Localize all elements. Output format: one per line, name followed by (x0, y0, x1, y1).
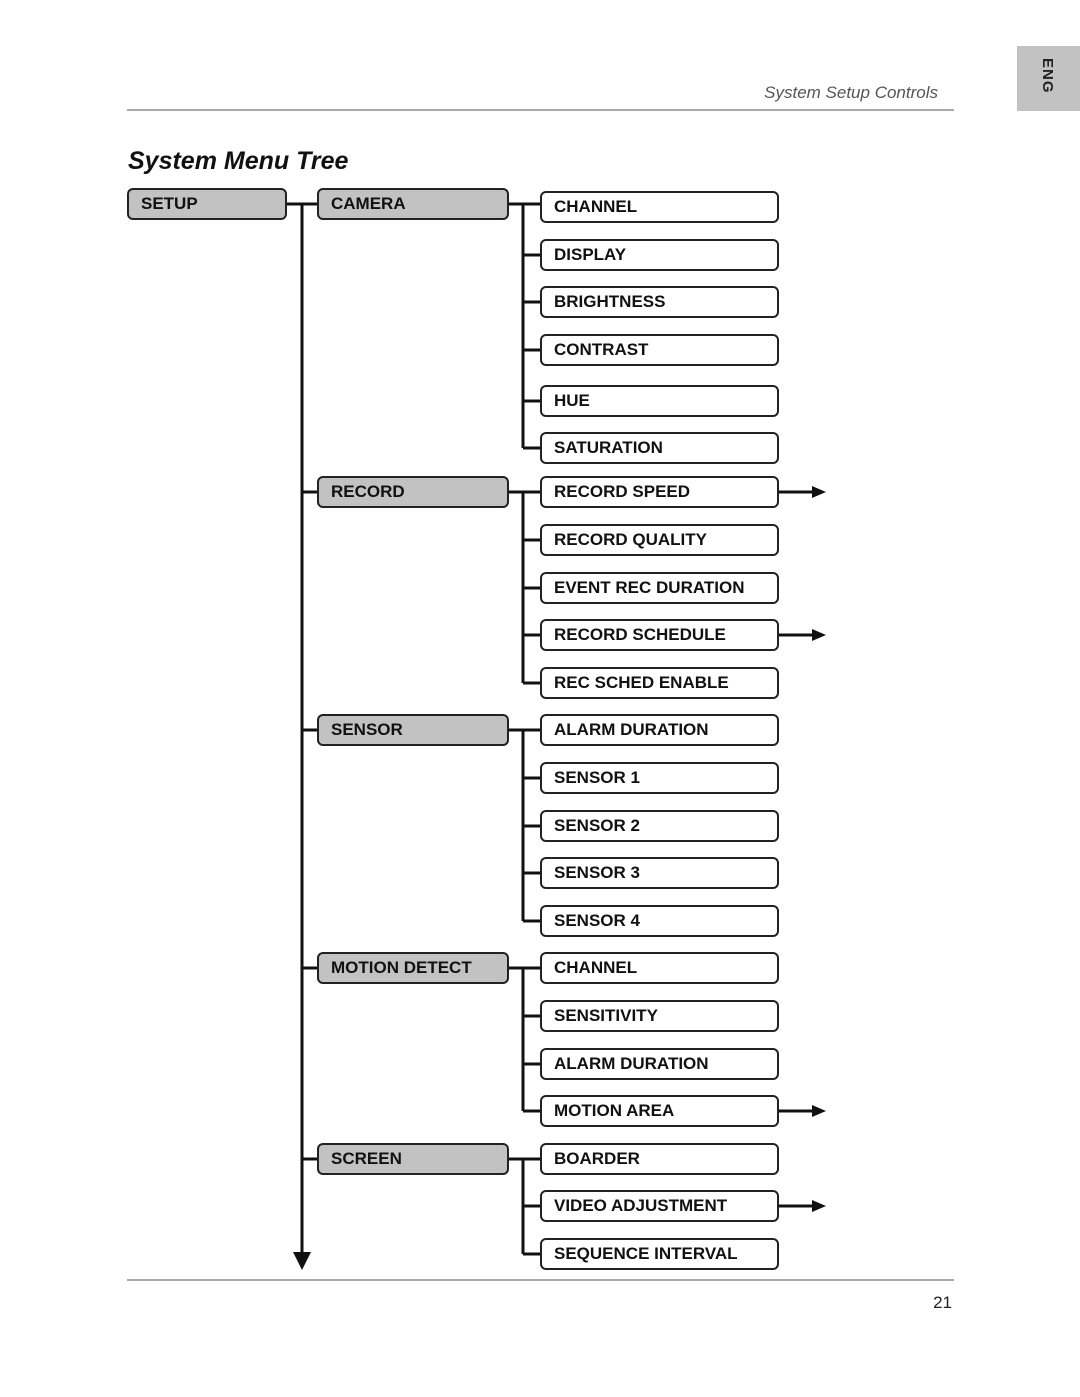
menu-item-alarm-duration: ALARM DURATION (540, 714, 779, 746)
submenu-arrow-icon (812, 1200, 826, 1212)
menu-item-sensor-3: SENSOR 3 (540, 857, 779, 889)
menu-item-boarder: BOARDER (540, 1143, 779, 1175)
menu-item-alarm-duration: ALARM DURATION (540, 1048, 779, 1080)
menu-item-sensor-1: SENSOR 1 (540, 762, 779, 794)
submenu-arrow-icon (812, 629, 826, 641)
category-motion-detect: MOTION DETECT (317, 952, 509, 984)
menu-item-brightness: BRIGHTNESS (540, 286, 779, 318)
trunk-down-arrow-icon (293, 1252, 311, 1270)
category-sensor: SENSOR (317, 714, 509, 746)
menu-item-rec-sched-enable: REC SCHED ENABLE (540, 667, 779, 699)
footer-divider (127, 1279, 954, 1281)
menu-item-contrast: CONTRAST (540, 334, 779, 366)
category-camera: CAMERA (317, 188, 509, 220)
menu-item-sensor-2: SENSOR 2 (540, 810, 779, 842)
page-number: 21 (933, 1293, 952, 1312)
menu-item-channel: CHANNEL (540, 191, 779, 223)
submenu-arrow-icon (812, 486, 826, 498)
menu-item-channel: CHANNEL (540, 952, 779, 984)
menu-item-record-speed: RECORD SPEED (540, 476, 779, 508)
menu-item-motion-area: MOTION AREA (540, 1095, 779, 1127)
category-record: RECORD (317, 476, 509, 508)
tree-root-setup: SETUP (127, 188, 287, 220)
menu-item-sequence-interval: SEQUENCE INTERVAL (540, 1238, 779, 1270)
submenu-arrow-icon (812, 1105, 826, 1117)
menu-item-record-schedule: RECORD SCHEDULE (540, 619, 779, 651)
menu-item-record-quality: RECORD QUALITY (540, 524, 779, 556)
menu-item-display: DISPLAY (540, 239, 779, 271)
menu-item-sensitivity: SENSITIVITY (540, 1000, 779, 1032)
menu-item-event-rec-duration: EVENT REC DURATION (540, 572, 779, 604)
category-screen: SCREEN (317, 1143, 509, 1175)
menu-item-video-adjustment: VIDEO ADJUSTMENT (540, 1190, 779, 1222)
menu-item-sensor-4: SENSOR 4 (540, 905, 779, 937)
menu-item-hue: HUE (540, 385, 779, 417)
menu-item-saturation: SATURATION (540, 432, 779, 464)
